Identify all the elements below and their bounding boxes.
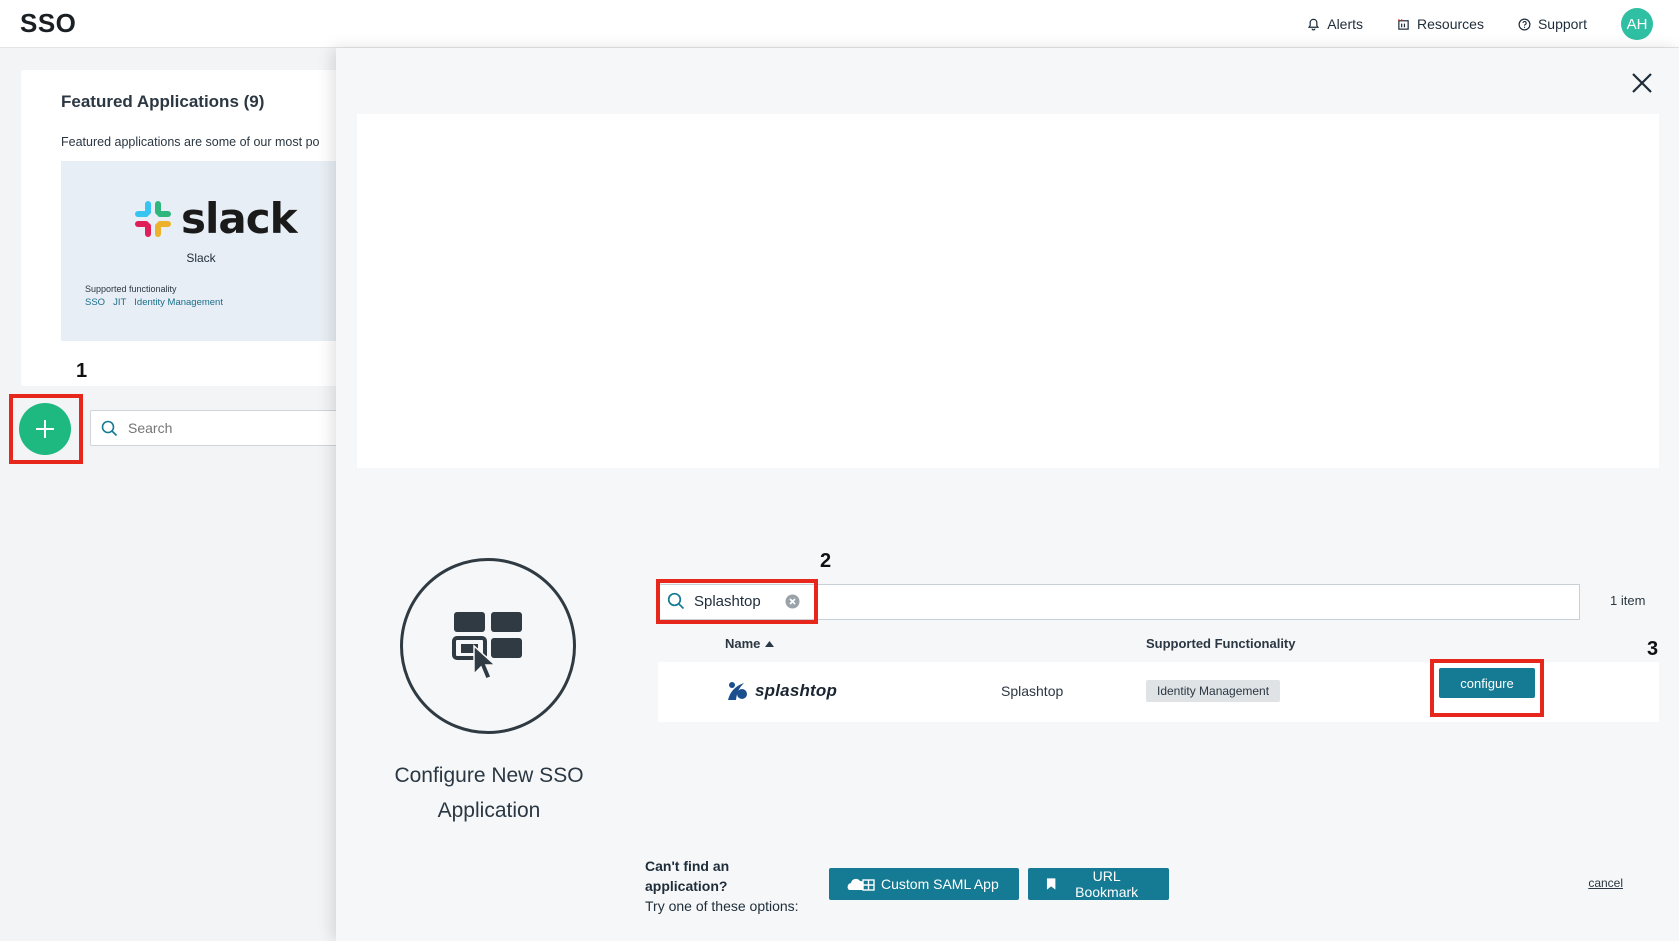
add-application-button[interactable] [19,403,71,455]
featured-title: Featured Applications (9) [61,92,265,111]
splashtop-logo: splashtop [726,680,837,702]
tag-jit: JIT [113,297,127,308]
column-header-name[interactable]: Name [725,636,775,651]
slack-wordmark: slack [181,194,298,243]
help-circle-icon [1518,18,1531,30]
featured-description: Featured applications are some of our mo… [61,135,320,149]
url-bookmark-button[interactable]: URL Bookmark [1028,868,1169,900]
background-search-input[interactable] [128,420,308,436]
tag-sso: SSO [85,297,106,308]
result-count: 1 item [1610,593,1646,608]
search-input-value[interactable]: Splashtop [694,593,761,610]
bookmark-icon [1046,878,1056,890]
configure-sso-modal: Configure New SSO Application 2 Splashto… [336,48,1679,941]
nav-support[interactable]: Support [1518,16,1587,32]
custom-saml-app-label: Custom SAML App [881,876,999,892]
search-icon-container [667,592,685,615]
avatar[interactable]: AH [1621,8,1653,40]
close-icon[interactable] [1629,70,1655,96]
nav-resources[interactable]: Resources [1397,16,1484,32]
top-nav: Alerts Resources Support AH [1307,0,1679,48]
featured-app-tile-slack[interactable]: slack Slack Supported functionality SSO … [61,161,341,341]
plus-icon [36,420,54,438]
cant-find-question: Can't find an application? [645,858,730,894]
tile-tags: SSO JIT Identity Management [85,297,223,308]
annotation-2: 2 [820,550,832,572]
tile-supported-label: Supported functionality [85,284,177,294]
tag-identity-management: Identity Management [134,297,223,308]
tile-app-name: Slack [186,251,216,265]
sort-ascending-icon [765,640,775,647]
splashtop-mark-icon [728,682,747,700]
splashtop-wordmark: splashtop [755,681,838,700]
functionality-badge: Identity Management [1146,680,1281,702]
column-header-name-label: Name [725,636,761,651]
empty-preview-panel [357,114,1659,468]
modal-heading: Configure New SSO Application [394,764,584,822]
url-bookmark-label: URL Bookmark [1075,868,1139,900]
app-title: SSO [20,8,77,38]
nav-resources-label: Resources [1417,16,1484,32]
resources-icon [1398,18,1409,30]
cant-find-text: Can't find an application? Try one of th… [645,856,799,916]
custom-saml-app-button[interactable]: Custom SAML App [829,868,1019,900]
cloud-grid-icon [847,878,875,891]
clear-search-icon[interactable] [785,594,800,609]
search-icon [667,592,685,610]
cant-find-hint: Try one of these options: [645,898,799,914]
background-search[interactable] [90,410,340,446]
bell-icon [1308,18,1320,30]
column-header-functionality: Supported Functionality [1146,636,1296,651]
sso-application-illustration [400,558,576,734]
nav-support-label: Support [1537,16,1587,32]
annotation-1: 1 [76,360,88,382]
cancel-link[interactable]: cancel [1588,876,1623,890]
apps-cursor-icon [452,612,522,680]
configure-button[interactable]: configure [1439,668,1535,698]
slack-logo: slack [133,194,298,243]
row-app-name: Splashtop [1001,683,1064,699]
annotation-3: 3 [1647,638,1659,660]
nav-alerts[interactable]: Alerts [1307,16,1363,32]
slack-hash-icon [135,200,171,237]
top-bar: SSO Alerts Resources Support AH [0,0,1679,48]
search-icon [101,420,118,436]
nav-alerts-label: Alerts [1327,16,1364,32]
